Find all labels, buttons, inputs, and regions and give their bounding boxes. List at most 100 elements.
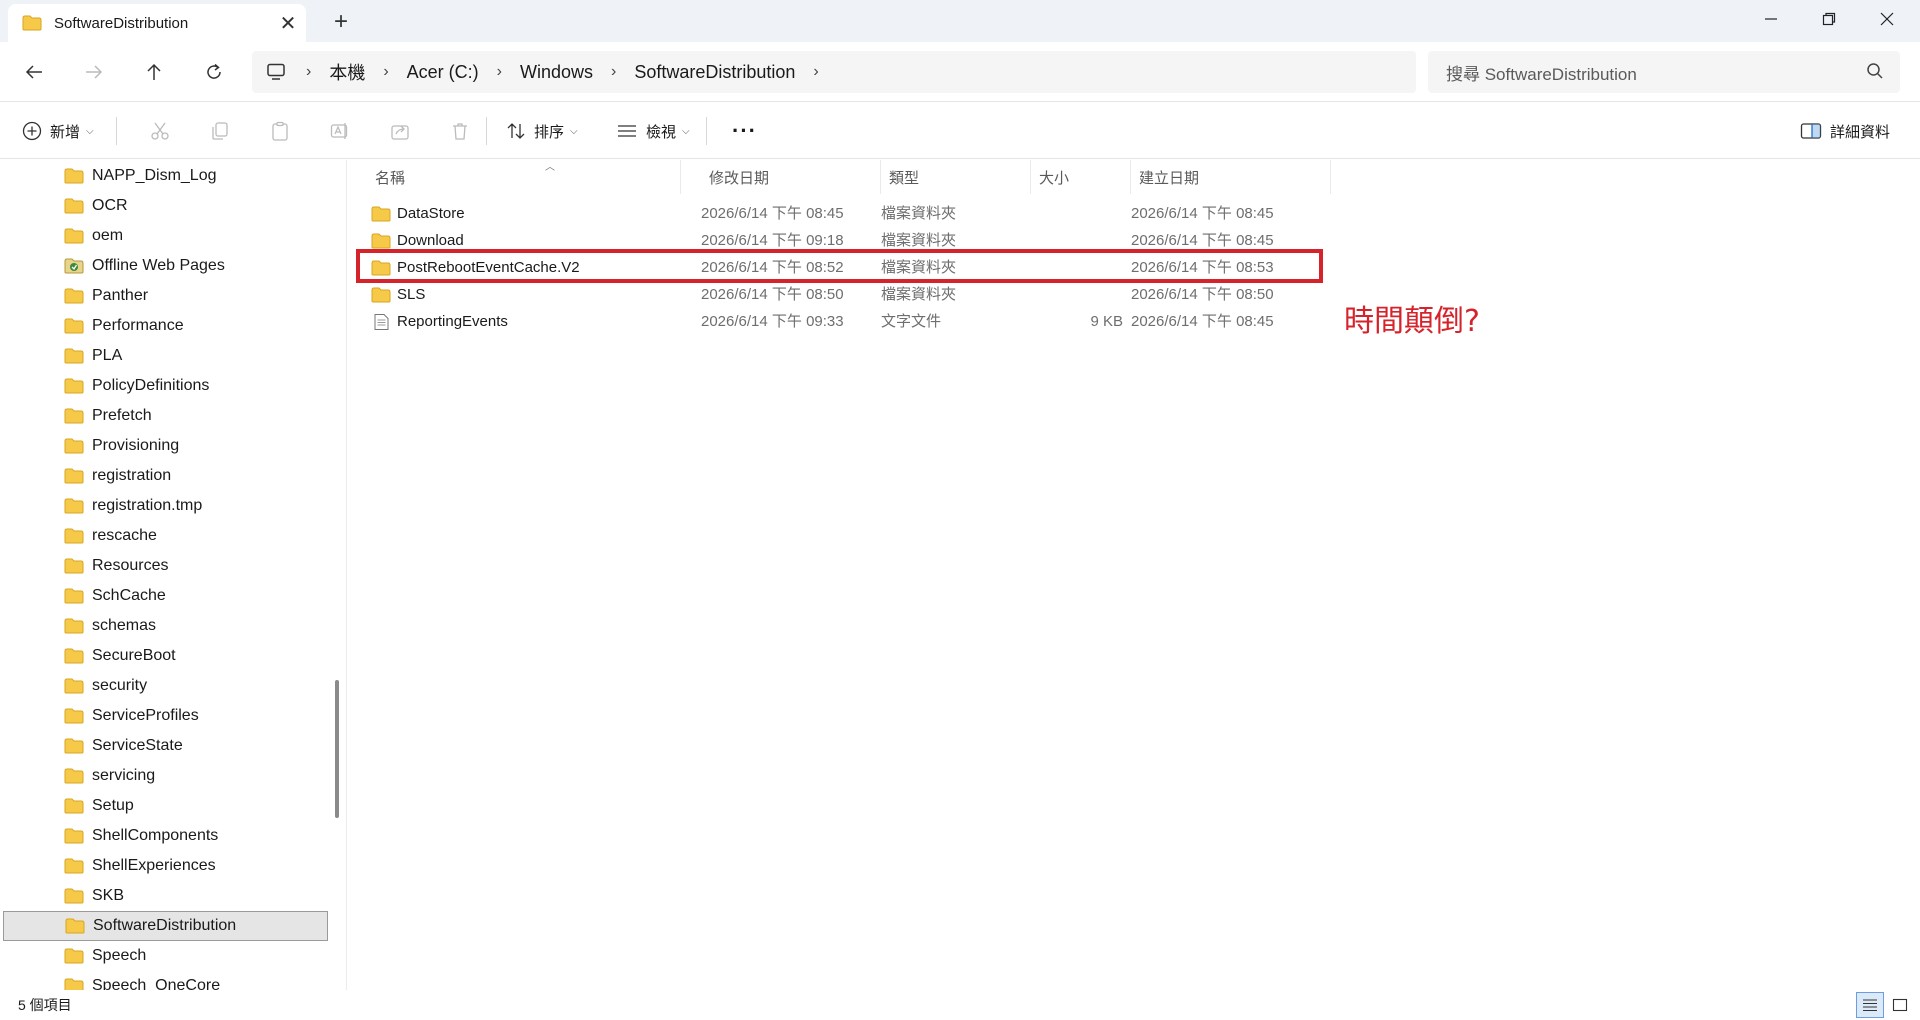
arrow-left-icon (25, 65, 42, 79)
file-size (1031, 200, 1123, 227)
copy-button[interactable] (200, 111, 240, 151)
sidebar-item[interactable]: oem (0, 221, 328, 251)
search-icon[interactable] (1866, 62, 1884, 80)
sidebar-item[interactable]: servicing (0, 761, 328, 791)
paste-button[interactable] (260, 111, 300, 151)
sidebar-item[interactable]: NAPP_Dism_Log (0, 161, 328, 191)
sidebar-item[interactable]: Setup (0, 791, 328, 821)
file-name-cell: SLS (371, 281, 425, 308)
file-type: 檔案資料夾 (881, 205, 957, 222)
file-name-cell: DataStore (371, 200, 465, 227)
search-input[interactable]: 搜尋 SoftwareDistribution (1428, 51, 1900, 93)
sidebar-item[interactable]: ServiceProfiles (0, 701, 328, 731)
column-header-modified[interactable]: 修改日期 (701, 160, 881, 194)
sidebar-item[interactable]: rescache (0, 521, 328, 551)
tab-title: SoftwareDistribution (54, 14, 189, 32)
sidebar-item-label: Speech_OneCore (92, 977, 221, 990)
folder-icon (64, 798, 84, 814)
rename-button[interactable] (320, 111, 360, 151)
sidebar-item[interactable]: SecureBoot (0, 641, 328, 671)
more-options-button[interactable]: ··· (722, 111, 767, 151)
sidebar-item[interactable]: Provisioning (0, 431, 328, 461)
file-row[interactable]: ReportingEvents 2026/6/14 下午 09:33 文字文件 9 K… (347, 308, 1347, 335)
address-row: › 本機 › Acer (C:) › Windows › SoftwareDis… (0, 42, 1920, 102)
sidebar-item[interactable]: ShellExperiences (0, 851, 328, 881)
sidebar-scrollbar[interactable] (333, 160, 341, 990)
sort-button[interactable]: 排序 ⌵ (496, 111, 588, 151)
tab-softwaredistribution[interactable]: SoftwareDistribution ✕ (8, 4, 306, 42)
file-row[interactable]: DataStore 2026/6/14 下午 08:45 檔案資料夾 2026/6/1… (347, 200, 1347, 227)
close-tab-icon[interactable]: ✕ (270, 11, 306, 36)
forward-button[interactable] (74, 54, 114, 90)
breadcrumb-windows[interactable]: Windows (508, 62, 605, 83)
column-header-name[interactable]: 名稱 ︿ (367, 160, 681, 194)
file-modified: 2026/6/14 下午 09:18 (701, 232, 844, 249)
up-button[interactable] (134, 54, 174, 90)
minimize-button[interactable] (1742, 0, 1800, 38)
tiles-view-icon (1892, 998, 1908, 1012)
sidebar-item[interactable]: SoftwareDistribution (3, 911, 328, 941)
view-button[interactable]: 檢視 ⌵ (606, 111, 700, 151)
column-header-type[interactable]: 類型 (881, 160, 1031, 194)
sidebar-item[interactable]: security (0, 671, 328, 701)
sidebar-item[interactable]: SchCache (0, 581, 328, 611)
folder-icon (64, 288, 84, 304)
sidebar-item[interactable]: Panther (0, 281, 328, 311)
details-pane-button[interactable]: 詳細資料 (1790, 111, 1900, 151)
sidebar-item[interactable]: Speech_OneCore (0, 971, 328, 990)
folder-icon (371, 260, 391, 275)
refresh-button[interactable] (194, 54, 234, 90)
folder-icon (64, 678, 84, 694)
breadcrumb-this-pc[interactable]: 本機 (317, 59, 377, 85)
folder-icon (64, 828, 84, 844)
sidebar-item[interactable]: Offline Web Pages (0, 251, 328, 281)
sidebar-item-label: schemas (92, 617, 157, 634)
breadcrumb-softwaredistribution[interactable]: SoftwareDistribution (622, 62, 807, 83)
sidebar-scrollbar-thumb[interactable] (335, 680, 339, 818)
tiles-view-button[interactable] (1886, 992, 1914, 1018)
file-type: 檔案資料夾 (881, 232, 957, 249)
close-window-button[interactable] (1858, 0, 1916, 38)
address-bar[interactable]: › 本機 › Acer (C:) › Windows › SoftwareDis… (252, 51, 1416, 93)
sidebar-item[interactable]: Prefetch (0, 401, 328, 431)
sidebar-item[interactable]: ShellComponents (0, 821, 328, 851)
details-label: 詳細資料 (1830, 123, 1891, 141)
column-created-label: 建立日期 (1139, 169, 1200, 187)
sidebar-item[interactable]: SKB (0, 881, 328, 911)
sidebar-item[interactable]: PolicyDefinitions (0, 371, 328, 401)
share-button[interactable] (380, 111, 420, 151)
sidebar-item[interactable]: PLA (0, 341, 328, 371)
restore-button[interactable] (1800, 0, 1858, 38)
file-created: 2026/6/14 下午 08:45 (1131, 205, 1274, 222)
more-icon: ··· (732, 118, 757, 143)
sidebar-item[interactable]: OCR (0, 191, 328, 221)
chevron-right-icon[interactable]: › (807, 63, 824, 81)
sidebar-item[interactable]: Performance (0, 311, 328, 341)
sidebar-item[interactable]: schemas (0, 611, 328, 641)
file-row[interactable]: Download 2026/6/14 下午 09:18 檔案資料夾 2026/6/14… (347, 227, 1347, 254)
cut-button[interactable] (140, 111, 180, 151)
back-button[interactable] (14, 54, 54, 90)
chevron-right-icon[interactable]: › (605, 63, 622, 81)
file-row[interactable]: PostRebootEventCache.V2 2026/6/14 下午 08:5… (347, 254, 1347, 281)
sidebar-item[interactable]: registration (0, 461, 328, 491)
sidebar-item[interactable]: Speech (0, 941, 328, 971)
chevron-right-icon[interactable]: › (377, 63, 394, 81)
new-button[interactable]: 新增 ⌵ (12, 111, 104, 151)
sidebar-item[interactable]: ServiceState (0, 731, 328, 761)
chevron-right-icon[interactable]: › (491, 63, 508, 81)
chevron-right-icon[interactable]: › (300, 63, 317, 81)
navigation-pane: NAPP_Dism_Log OCR oem Offline Web Pages Pant… (0, 160, 332, 990)
column-header-created[interactable]: 建立日期 (1131, 160, 1331, 194)
folder-icon (64, 708, 84, 724)
sidebar-item[interactable]: Resources (0, 551, 328, 581)
file-row[interactable]: SLS 2026/6/14 下午 08:50 檔案資料夾 2026/6/14 下午 0… (347, 281, 1347, 308)
delete-button[interactable] (440, 111, 480, 151)
sidebar-item[interactable]: registration.tmp (0, 491, 328, 521)
column-header-size[interactable]: 大小 (1031, 160, 1131, 194)
sidebar-item-label: Panther (92, 287, 149, 304)
breadcrumb-drive-c[interactable]: Acer (C:) (395, 62, 491, 83)
sidebar-item-label: Resources (92, 557, 169, 574)
details-view-button[interactable] (1856, 992, 1884, 1018)
new-tab-button[interactable]: + (326, 8, 356, 36)
